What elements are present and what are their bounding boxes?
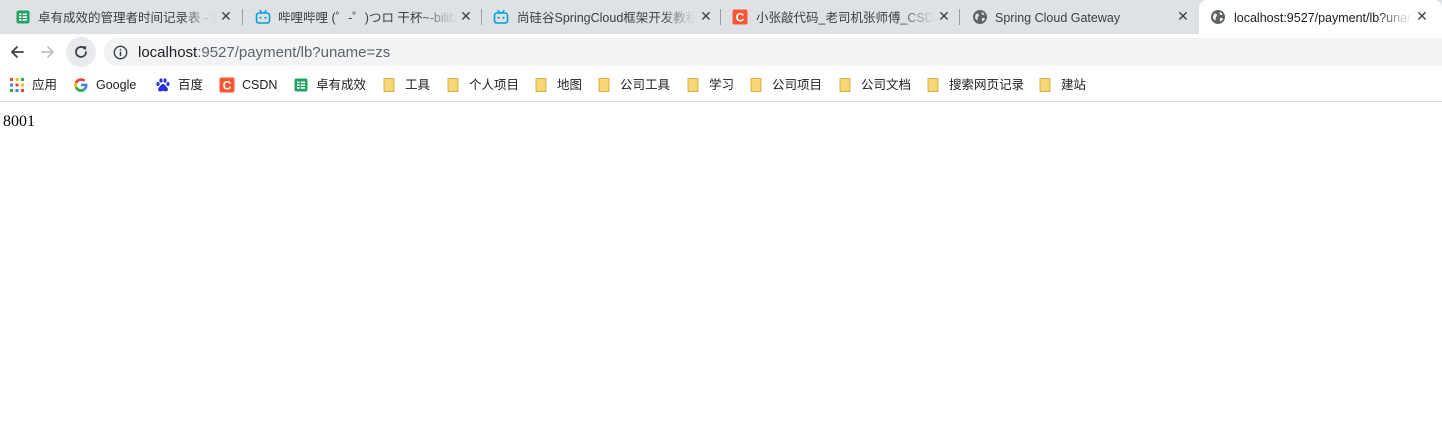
bookmark-folder-site-building[interactable]: 建站 <box>1037 77 1086 93</box>
bookmark-folder-study[interactable]: 学习 <box>685 77 734 93</box>
google-icon <box>73 77 89 93</box>
svg-text:C: C <box>736 10 745 24</box>
close-tab-icon[interactable]: ✕ <box>459 10 473 24</box>
bookmark-folder-map[interactable]: 地图 <box>533 77 582 93</box>
bookmark-baidu[interactable]: 百度 <box>155 77 203 93</box>
tab-title: 卓有成效的管理者时间记录表 - 金山文档 <box>38 11 216 25</box>
tab-title: 哔哩哔哩 (゜-゜)つロ 干杯~-bilibili <box>278 11 456 25</box>
arrow-left-icon <box>11 46 24 58</box>
bookmark-label: 工具 <box>405 78 431 92</box>
bookmark-label: 应用 <box>32 78 58 92</box>
apps-grid-icon <box>9 77 25 93</box>
close-tab-icon[interactable]: ✕ <box>699 10 713 24</box>
tab-time-record[interactable]: 卓有成效的管理者时间记录表 - 金山文档 ✕ <box>0 0 243 34</box>
folder-icon <box>381 77 397 93</box>
response-text: 8001 <box>3 113 35 130</box>
bookmark-folder-tools[interactable]: 工具 <box>381 77 430 93</box>
bookmark-label: CSDN <box>242 78 278 92</box>
folder-icon <box>533 77 549 93</box>
bookmark-zhuoyou[interactable]: 卓有成效 <box>293 77 366 93</box>
bookmark-label: 建站 <box>1061 78 1087 92</box>
bookmark-google[interactable]: Google <box>73 77 136 93</box>
folder-icon <box>445 77 461 93</box>
bookmark-label: 个人项目 <box>469 78 520 92</box>
globe-icon <box>972 9 988 25</box>
bookmark-label: 公司文档 <box>861 78 912 92</box>
close-tab-icon[interactable]: ✕ <box>937 10 951 24</box>
tab-title: 尚硅谷SpringCloud框架开发教程 <box>517 11 695 25</box>
svg-text:C: C <box>223 78 232 92</box>
bookmark-folder-search-history[interactable]: 搜索网页记录 <box>925 77 1024 93</box>
address-bar[interactable]: localhost:9527/payment/lb?uname=zs <box>104 38 1442 66</box>
tab-csdn-blog[interactable]: C 小张敲代码_老司机张师傅_CSDN博客 ✕ <box>721 0 960 34</box>
reload-button[interactable] <box>66 37 96 67</box>
folder-icon <box>596 77 612 93</box>
bilibili-icon <box>493 9 509 25</box>
tab-title: localhost:9527/payment/lb?uname=zs <box>1234 11 1412 25</box>
folder-icon <box>685 77 701 93</box>
bookmarks-bar: 应用 Google 百度 C CSDN 卓有成效 工具 个人项目 地图 公司工具… <box>0 70 1442 102</box>
info-icon[interactable] <box>113 45 128 65</box>
bookmark-apps[interactable]: 应用 <box>9 77 57 93</box>
arrow-right-icon <box>41 46 54 58</box>
bookmark-folder-personal-projects[interactable]: 个人项目 <box>445 77 519 93</box>
folder-icon <box>748 77 764 93</box>
url-text[interactable]: localhost:9527/payment/lb?uname=zs <box>138 44 390 61</box>
bookmark-label: 学习 <box>709 78 735 92</box>
reload-icon <box>75 46 87 58</box>
sheet-icon <box>293 77 309 93</box>
tab-localhost-active[interactable]: localhost:9527/payment/lb?uname=zs ✕ <box>1199 0 1442 35</box>
tab-title: Spring Cloud Gateway <box>995 11 1121 25</box>
folder-icon <box>925 77 941 93</box>
bookmark-label: 公司工具 <box>620 78 671 92</box>
globe-icon <box>1210 9 1226 25</box>
csdn-icon: C <box>732 9 748 25</box>
bookmark-label: 搜索网页记录 <box>949 78 1025 92</box>
close-tab-icon[interactable]: ✕ <box>219 10 233 24</box>
url-host: localhost <box>138 44 198 61</box>
forward-button[interactable] <box>33 37 63 67</box>
tab-strip: 卓有成效的管理者时间记录表 - 金山文档 ✕ 哔哩哔哩 (゜-゜)つロ 干杯~-… <box>0 0 1442 35</box>
bookmark-label: 卓有成效 <box>316 78 367 92</box>
bookmark-folder-company-projects[interactable]: 公司项目 <box>748 77 822 93</box>
folder-icon <box>837 77 853 93</box>
back-button[interactable] <box>2 37 32 67</box>
bookmark-folder-company-tools[interactable]: 公司工具 <box>596 77 670 93</box>
bookmark-csdn[interactable]: C CSDN <box>219 77 277 93</box>
baidu-icon <box>155 77 171 93</box>
csdn-icon: C <box>219 77 235 93</box>
close-tab-icon[interactable]: ✕ <box>1415 10 1429 24</box>
bookmark-label: 公司项目 <box>772 78 823 92</box>
tab-bilibili-home[interactable]: 哔哩哔哩 (゜-゜)つロ 干杯~-bilibili ✕ <box>243 0 482 34</box>
folder-icon <box>1037 77 1053 93</box>
page-content: 8001 <box>0 103 1442 437</box>
browser-toolbar: localhost:9527/payment/lb?uname=zs <box>0 34 1442 70</box>
tab-title: 小张敲代码_老司机张师傅_CSDN博客 <box>756 11 934 25</box>
sheet-icon <box>15 9 31 25</box>
tab-springcloud-course[interactable]: 尚硅谷SpringCloud框架开发教程 ✕ <box>482 0 721 34</box>
bilibili-icon <box>255 9 271 25</box>
bookmark-folder-company-docs[interactable]: 公司文档 <box>837 77 911 93</box>
bookmark-label: 地图 <box>557 78 583 92</box>
url-path: :9527/payment/lb?uname=zs <box>197 44 391 61</box>
bookmark-label: Google <box>96 78 137 92</box>
tab-spring-cloud-gateway[interactable]: Spring Cloud Gateway ✕ <box>960 0 1198 34</box>
bookmark-label: 百度 <box>178 78 204 92</box>
close-tab-icon[interactable]: ✕ <box>1176 10 1190 24</box>
